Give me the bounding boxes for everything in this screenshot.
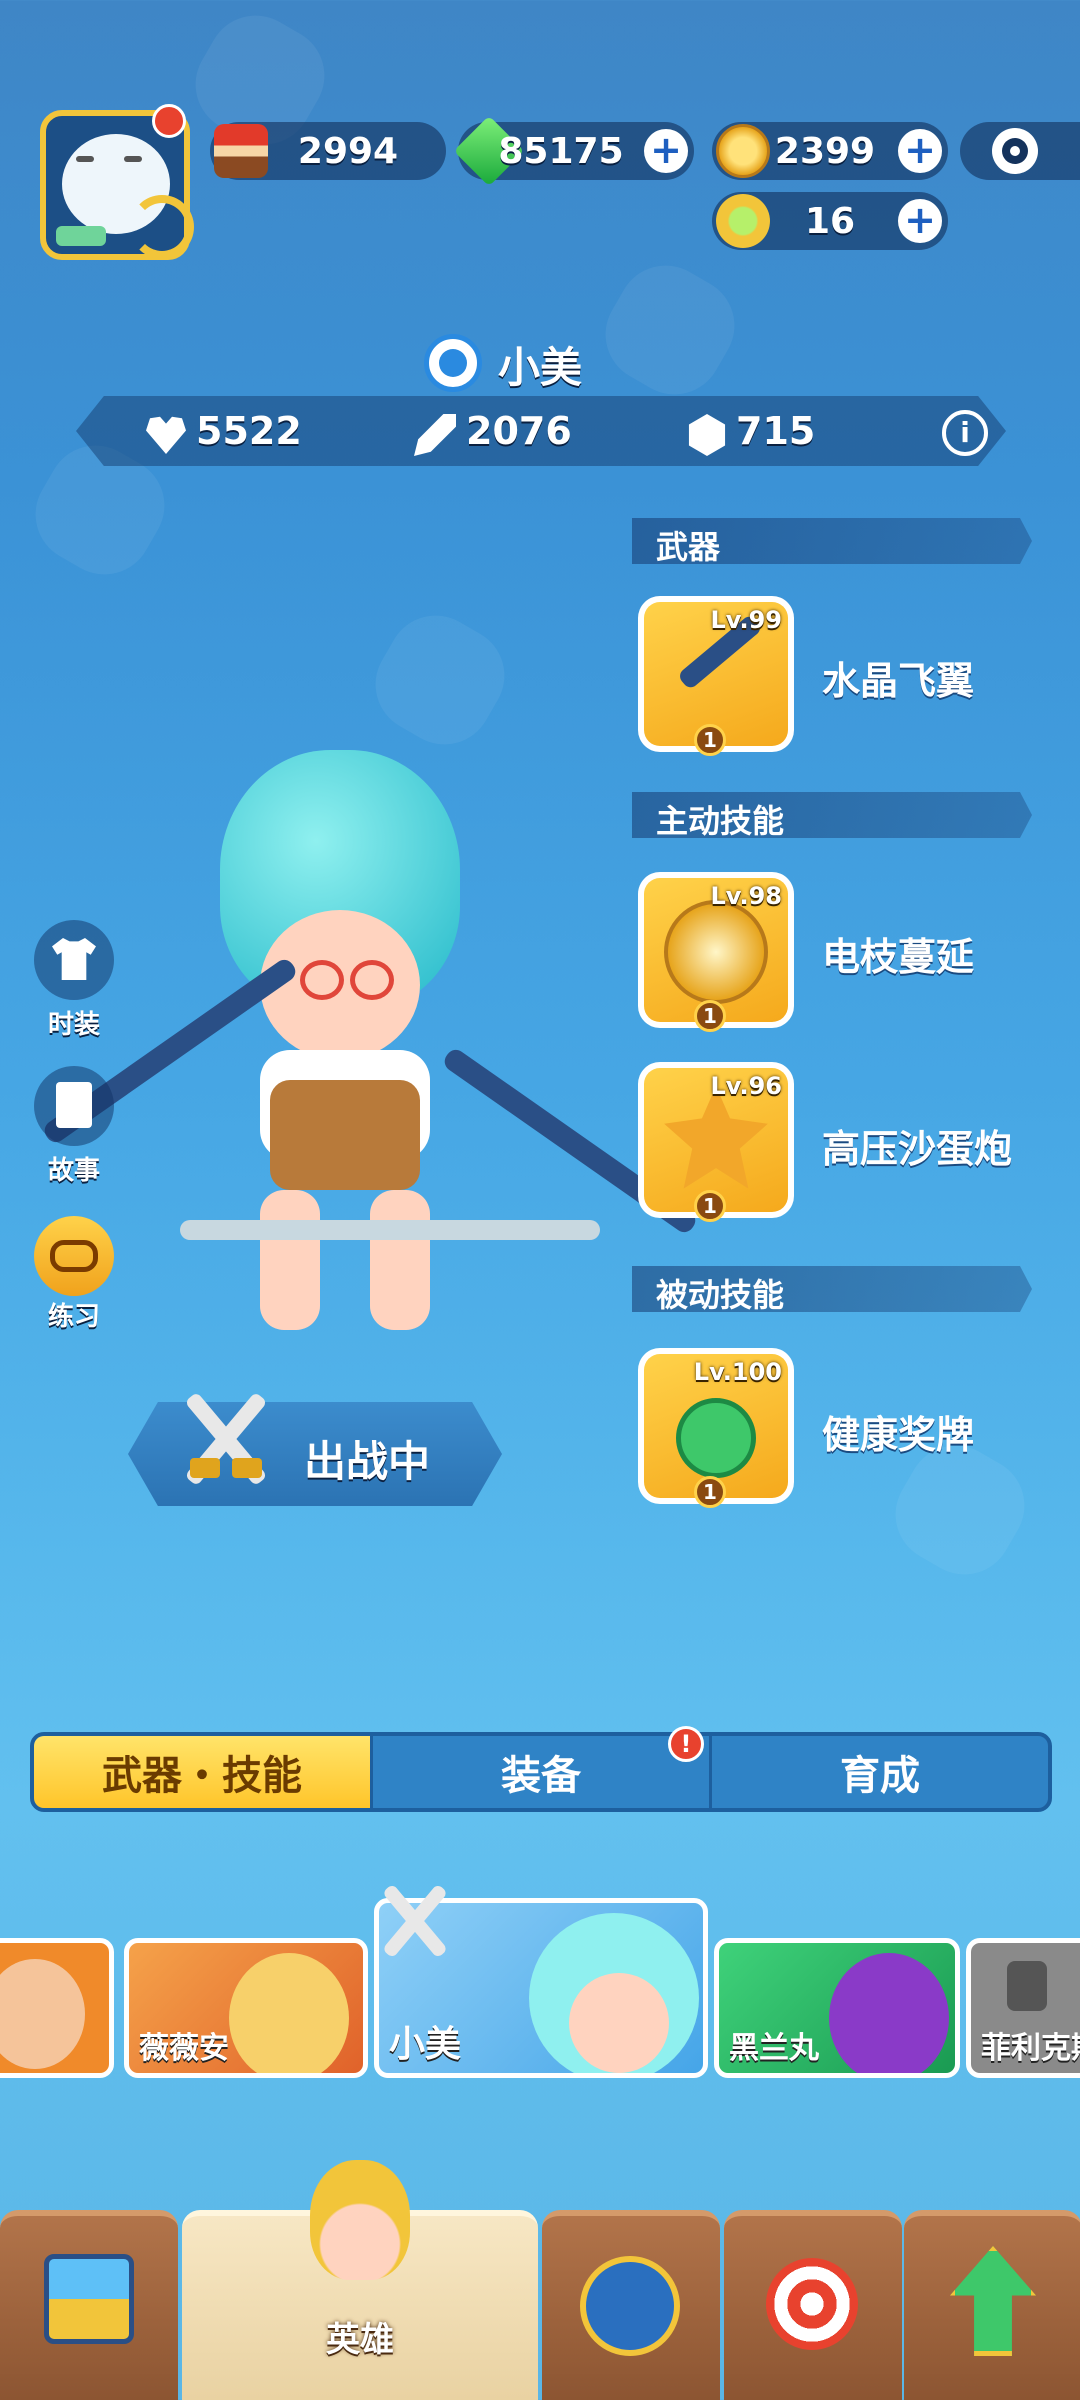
crossed-swords-icon xyxy=(170,1384,280,1494)
tab-weapon-skill[interactable]: 武器・技能 xyxy=(34,1736,373,1808)
weapon-star-badge: 1 xyxy=(694,724,726,756)
hp-value: 5522 xyxy=(196,409,302,453)
hero-portrait xyxy=(829,1953,949,2073)
hero-character-model xyxy=(40,750,700,1350)
hero-card-name: 黑兰丸 xyxy=(729,2031,819,2066)
bg-decor xyxy=(588,248,752,412)
attack-value: 2076 xyxy=(466,409,572,453)
costume-label: 时装 xyxy=(47,1010,100,1040)
active-skill-section-header: 主动技能 xyxy=(632,792,1032,838)
story-icon xyxy=(56,1082,92,1128)
hero-card-name: 菲利克斯 xyxy=(981,2031,1080,2066)
battle-icon xyxy=(580,2256,680,2356)
medal-icon xyxy=(676,1398,756,1478)
passive-skill-badge: 1 xyxy=(694,1476,726,1508)
cake-amount: 2994 xyxy=(297,130,399,172)
practice-button[interactable] xyxy=(34,1216,114,1296)
active-skill-1-level: Lv.98 xyxy=(710,882,783,910)
hero-card-heilanwan[interactable]: 黑兰丸 xyxy=(714,1938,960,2078)
defense-value: 715 xyxy=(736,409,816,453)
active-skill-2-level: Lv.96 xyxy=(710,1072,783,1100)
story-label: 故事 xyxy=(47,1156,100,1186)
passive-skill-name: 健康奖牌 xyxy=(822,1413,975,1457)
gear-icon[interactable] xyxy=(992,128,1038,174)
weapon-level: Lv.99 xyxy=(710,606,783,634)
hero-icon xyxy=(310,2160,410,2280)
active-skill-2-name: 高压沙蛋炮 xyxy=(822,1127,1013,1171)
gem-currency: 85175 + xyxy=(453,115,694,187)
add-coin-button[interactable]: + xyxy=(898,129,942,173)
crossed-swords-icon xyxy=(372,1878,458,1964)
settings-pill xyxy=(960,122,1080,180)
tab-training[interactable]: 育成 xyxy=(712,1736,1048,1808)
hero-card-felix[interactable]: 菲利克斯 xyxy=(966,1938,1080,2078)
add-token-button[interactable]: + xyxy=(898,199,942,243)
hero-card-partial[interactable] xyxy=(0,1938,114,2078)
practice-label: 练习 xyxy=(47,1302,100,1332)
weapon-slot[interactable]: Lv.99 1 xyxy=(638,596,794,756)
passive-skill-level: Lv.100 xyxy=(693,1358,782,1386)
active-skill-slot-2[interactable]: Lv.96 1 xyxy=(638,1062,794,1222)
story-button[interactable] xyxy=(34,1066,114,1146)
active-skill-2-badge: 1 xyxy=(694,1190,726,1222)
gamepad-icon xyxy=(50,1240,98,1272)
equipment-alert-badge: ! xyxy=(668,1726,704,1762)
coin-currency: 2399 + xyxy=(712,122,948,180)
target-icon xyxy=(766,2258,858,2350)
hero-card-vivian[interactable]: 薇薇安 xyxy=(124,1938,368,2078)
nav-target[interactable] xyxy=(724,2210,902,2400)
shop-icon xyxy=(44,2254,134,2344)
weapon-section-header: 武器 xyxy=(632,518,1032,564)
hero-card-name: 小美 xyxy=(389,2024,462,2065)
shirt-icon xyxy=(52,938,96,980)
lock-icon xyxy=(1007,1961,1047,2011)
passive-skill-section-header: 被动技能 xyxy=(632,1266,1032,1312)
cake-currency: 2994 xyxy=(210,122,446,180)
upgrade-icon xyxy=(950,2246,1036,2356)
avatar-frame-ornament-icon xyxy=(130,195,194,259)
notification-dot xyxy=(152,104,186,138)
active-skill-1-name: 电枝蔓延 xyxy=(822,935,975,979)
detail-tabs: 武器・技能 装备 育成 xyxy=(30,1732,1052,1812)
nav-hero-label: 英雄 xyxy=(326,2320,394,2360)
passive-skill-slot[interactable]: Lv.100 1 xyxy=(638,1348,794,1508)
weapon-name: 水晶飞翼 xyxy=(822,659,975,703)
hero-card-name: 薇薇安 xyxy=(139,2031,229,2066)
star-cannon-icon xyxy=(664,1086,768,1189)
bg-decor xyxy=(358,598,522,762)
hero-element-icon xyxy=(424,334,482,392)
nav-battle[interactable] xyxy=(542,2210,720,2400)
hero-portrait xyxy=(0,1959,85,2069)
hero-portrait xyxy=(229,1953,349,2073)
nav-upgrade[interactable] xyxy=(904,2210,1080,2400)
active-skill-1-badge: 1 xyxy=(694,1000,726,1032)
in-battle-label: 出战中 xyxy=(304,1437,431,1486)
tab-equipment[interactable]: 装备 xyxy=(373,1736,712,1808)
add-gem-button[interactable]: + xyxy=(644,129,688,173)
hero-name: 小美 xyxy=(498,343,583,392)
info-icon[interactable]: i xyxy=(942,410,988,456)
token-currency: 16 + xyxy=(712,192,948,250)
active-skill-slot-1[interactable]: Lv.98 1 xyxy=(638,872,794,1032)
costume-button[interactable] xyxy=(34,920,114,1000)
nav-shop[interactable] xyxy=(0,2210,178,2400)
lightning-burst-icon xyxy=(664,900,768,1004)
